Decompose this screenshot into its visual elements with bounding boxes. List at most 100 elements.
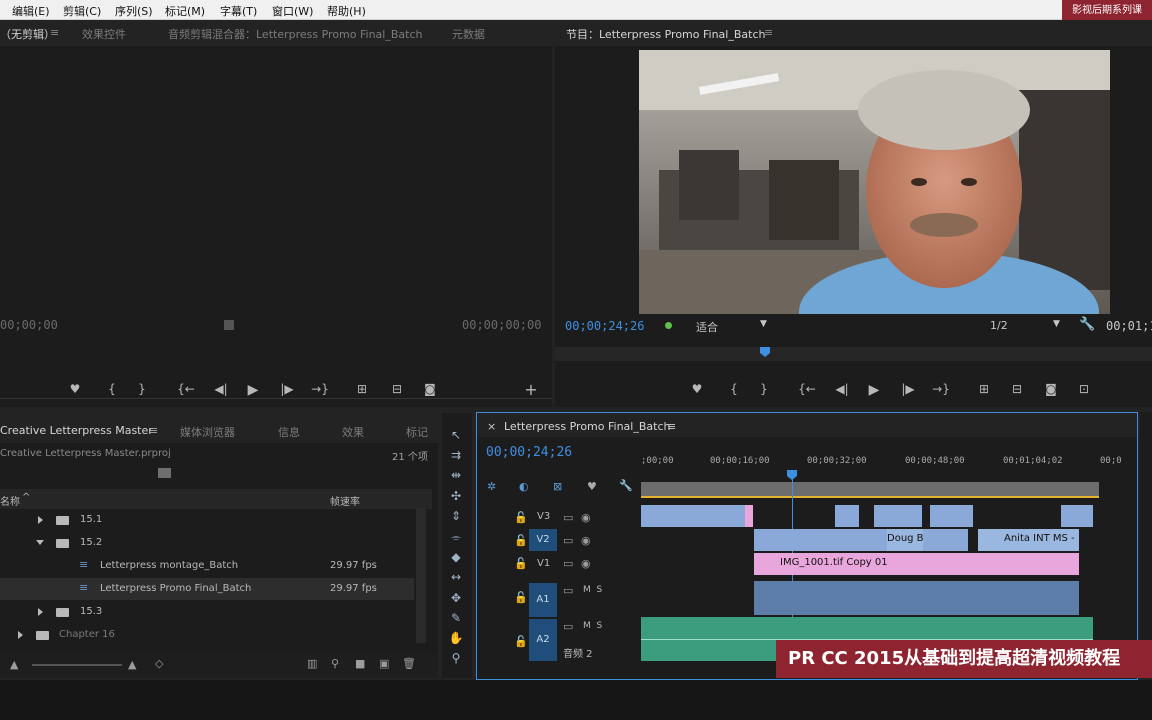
lock-icon[interactable]: 🔓 xyxy=(514,635,528,648)
program-timecode[interactable]: 00;00;24;26 xyxy=(565,319,644,333)
list-item[interactable]: Letterpress montage_Batch xyxy=(100,560,238,571)
search-icon[interactable]: ⚲ xyxy=(331,657,339,670)
linked-selection-icon[interactable]: ◐ xyxy=(519,480,529,493)
track-label-a2[interactable]: A2 xyxy=(529,619,557,661)
add-marker-icon[interactable]: ⊠ xyxy=(553,480,562,493)
automate-icon[interactable]: ▥ xyxy=(307,657,317,670)
close-icon[interactable]: × xyxy=(487,420,496,433)
sort-icon[interactable]: ◇ xyxy=(155,657,163,670)
rate-stretch-icon[interactable]: ⇕ xyxy=(447,509,465,523)
step-back-icon[interactable]: ◀| xyxy=(833,382,851,396)
go-to-out-icon[interactable]: →} xyxy=(311,382,329,396)
menu-title[interactable]: 字幕(T) xyxy=(220,3,257,19)
clip-v2[interactable] xyxy=(754,529,968,551)
marker-icon[interactable]: ♥ xyxy=(587,480,597,493)
step-back-icon[interactable]: ◀| xyxy=(212,382,230,396)
tab-media-browser[interactable]: 媒体浏览器 xyxy=(180,424,235,440)
tab-markers[interactable]: 标记 xyxy=(406,424,428,440)
go-to-out-icon[interactable]: →} xyxy=(932,382,950,396)
menu-clip[interactable]: 剪辑(C) xyxy=(63,3,101,19)
time-ruler[interactable]: ;00;00 00;00;16;00 00;00;32;00 00;00;48;… xyxy=(641,453,1137,475)
tab-info[interactable]: 信息 xyxy=(278,424,300,440)
tab-menu-icon[interactable]: ≡ xyxy=(149,424,158,437)
program-scrubber[interactable] xyxy=(555,347,1152,361)
tab-metadata[interactable]: 元数据 xyxy=(452,26,485,42)
track-label-a1[interactable]: A1 xyxy=(529,583,557,617)
tab-menu-icon[interactable]: ≡ xyxy=(667,420,676,433)
tab-menu-icon[interactable]: ≡ xyxy=(50,26,59,39)
pen-tool-icon[interactable]: ✎ xyxy=(447,611,465,625)
clip-v3[interactable] xyxy=(641,505,753,527)
mark-out-icon[interactable]: } xyxy=(133,382,151,396)
expand-icon[interactable] xyxy=(38,516,43,524)
menu-sequence[interactable]: 序列(S) xyxy=(115,3,153,19)
timeline-timecode[interactable]: 00;00;24;26 xyxy=(486,445,572,460)
playhead-icon[interactable] xyxy=(760,347,770,357)
fit-select[interactable]: 适合 xyxy=(696,319,718,335)
bin-icon[interactable] xyxy=(158,468,171,478)
overwrite-icon[interactable]: ⊟ xyxy=(388,382,406,396)
clip-v3[interactable] xyxy=(835,505,859,527)
extract-icon[interactable]: ⊟ xyxy=(1008,382,1026,396)
add-button-icon[interactable]: + xyxy=(522,380,540,399)
sort-up-icon[interactable]: ^ xyxy=(22,492,30,503)
trash-icon[interactable]: 🗑 xyxy=(402,657,416,670)
new-item-icon[interactable]: ▣ xyxy=(379,657,389,670)
zoom-slider[interactable] xyxy=(32,664,122,666)
new-bin-icon[interactable]: ■ xyxy=(355,657,365,670)
program-title[interactable]: 节目：Letterpress Promo Final_Batch xyxy=(566,26,765,42)
list-item[interactable]: Chapter 16 xyxy=(59,629,115,640)
clip-v2-doug[interactable]: Doug B xyxy=(887,529,924,551)
go-to-in-icon[interactable]: {← xyxy=(177,382,195,396)
lock-icon[interactable]: ▲ xyxy=(10,658,18,671)
camera-icon[interactable]: ◙ xyxy=(421,382,439,396)
play-icon[interactable]: ▶ xyxy=(865,382,883,398)
clip-a1-audio[interactable] xyxy=(754,581,1079,615)
clip-v3[interactable] xyxy=(930,505,973,527)
mountain-icon[interactable]: ▲ xyxy=(128,658,136,671)
menu-marker[interactable]: 标记(M) xyxy=(165,3,205,19)
tab-audio-mixer[interactable]: 音频剪辑混合器：Letterpress Promo Final_Batch xyxy=(168,26,422,42)
clip-v3[interactable] xyxy=(745,505,753,527)
menu-edit[interactable]: 编辑(E) xyxy=(12,3,50,19)
eye-icon[interactable]: ◉ xyxy=(581,557,591,570)
tab-timeline[interactable]: Letterpress Promo Final_Batch xyxy=(504,420,670,433)
insert-icon[interactable]: ⊞ xyxy=(353,382,371,396)
eye-icon[interactable]: ◉ xyxy=(581,511,591,524)
step-forward-icon[interactable]: |▶ xyxy=(278,382,296,396)
tab-effects[interactable]: 效果 xyxy=(342,424,364,440)
sync-icon[interactable]: ▭ xyxy=(563,511,573,524)
menu-help[interactable]: 帮助(H) xyxy=(327,3,366,19)
razor-icon[interactable]: ⌯ xyxy=(447,530,465,545)
list-item[interactable]: 15.3 xyxy=(80,606,102,617)
mark-out-icon[interactable]: } xyxy=(755,382,773,396)
lock-icon[interactable]: 🔓 xyxy=(514,591,528,604)
snap-icon[interactable]: ✲ xyxy=(487,480,496,493)
col-fps[interactable]: 帧速率 xyxy=(330,493,360,508)
ripple-edit-icon[interactable]: ⇹ xyxy=(447,468,465,482)
work-area-bar[interactable] xyxy=(641,482,1099,498)
tab-project[interactable]: Creative Letterpress Master xyxy=(0,424,153,437)
list-item[interactable]: Letterpress Promo Final_Batch xyxy=(100,583,251,594)
lock-icon[interactable]: 🔓 xyxy=(514,511,528,524)
sync-icon[interactable]: ▭ xyxy=(563,620,573,633)
track-select-icon[interactable]: ⇉ xyxy=(447,448,465,462)
clip-v3[interactable] xyxy=(874,505,922,527)
expand-icon[interactable] xyxy=(18,631,23,639)
sync-icon[interactable]: ▭ xyxy=(563,557,573,570)
hand-tool-icon[interactable]: ✋ xyxy=(447,631,465,645)
clip-v1[interactable]: IMG_1001.tif Copy 01 xyxy=(754,553,1079,575)
rolling-edit-icon[interactable]: ✣ xyxy=(447,489,465,503)
play-icon[interactable]: ▶ xyxy=(244,382,262,398)
list-item[interactable]: 15.2 xyxy=(80,537,102,548)
mark-in-icon[interactable]: { xyxy=(725,382,743,396)
col-name[interactable]: 名称 xyxy=(0,493,20,508)
chevron-down-icon[interactable]: ▼ xyxy=(760,319,767,329)
sync-icon[interactable]: ▭ xyxy=(563,584,573,597)
clip-v3[interactable] xyxy=(1061,505,1093,527)
marker-icon[interactable]: ♥ xyxy=(66,382,84,396)
mark-in-icon[interactable]: { xyxy=(103,382,121,396)
marker-icon[interactable]: ♥ xyxy=(688,382,706,396)
lock-icon[interactable]: 🔓 xyxy=(514,534,528,547)
zoom-tool-icon[interactable]: ⚲ xyxy=(447,651,465,665)
